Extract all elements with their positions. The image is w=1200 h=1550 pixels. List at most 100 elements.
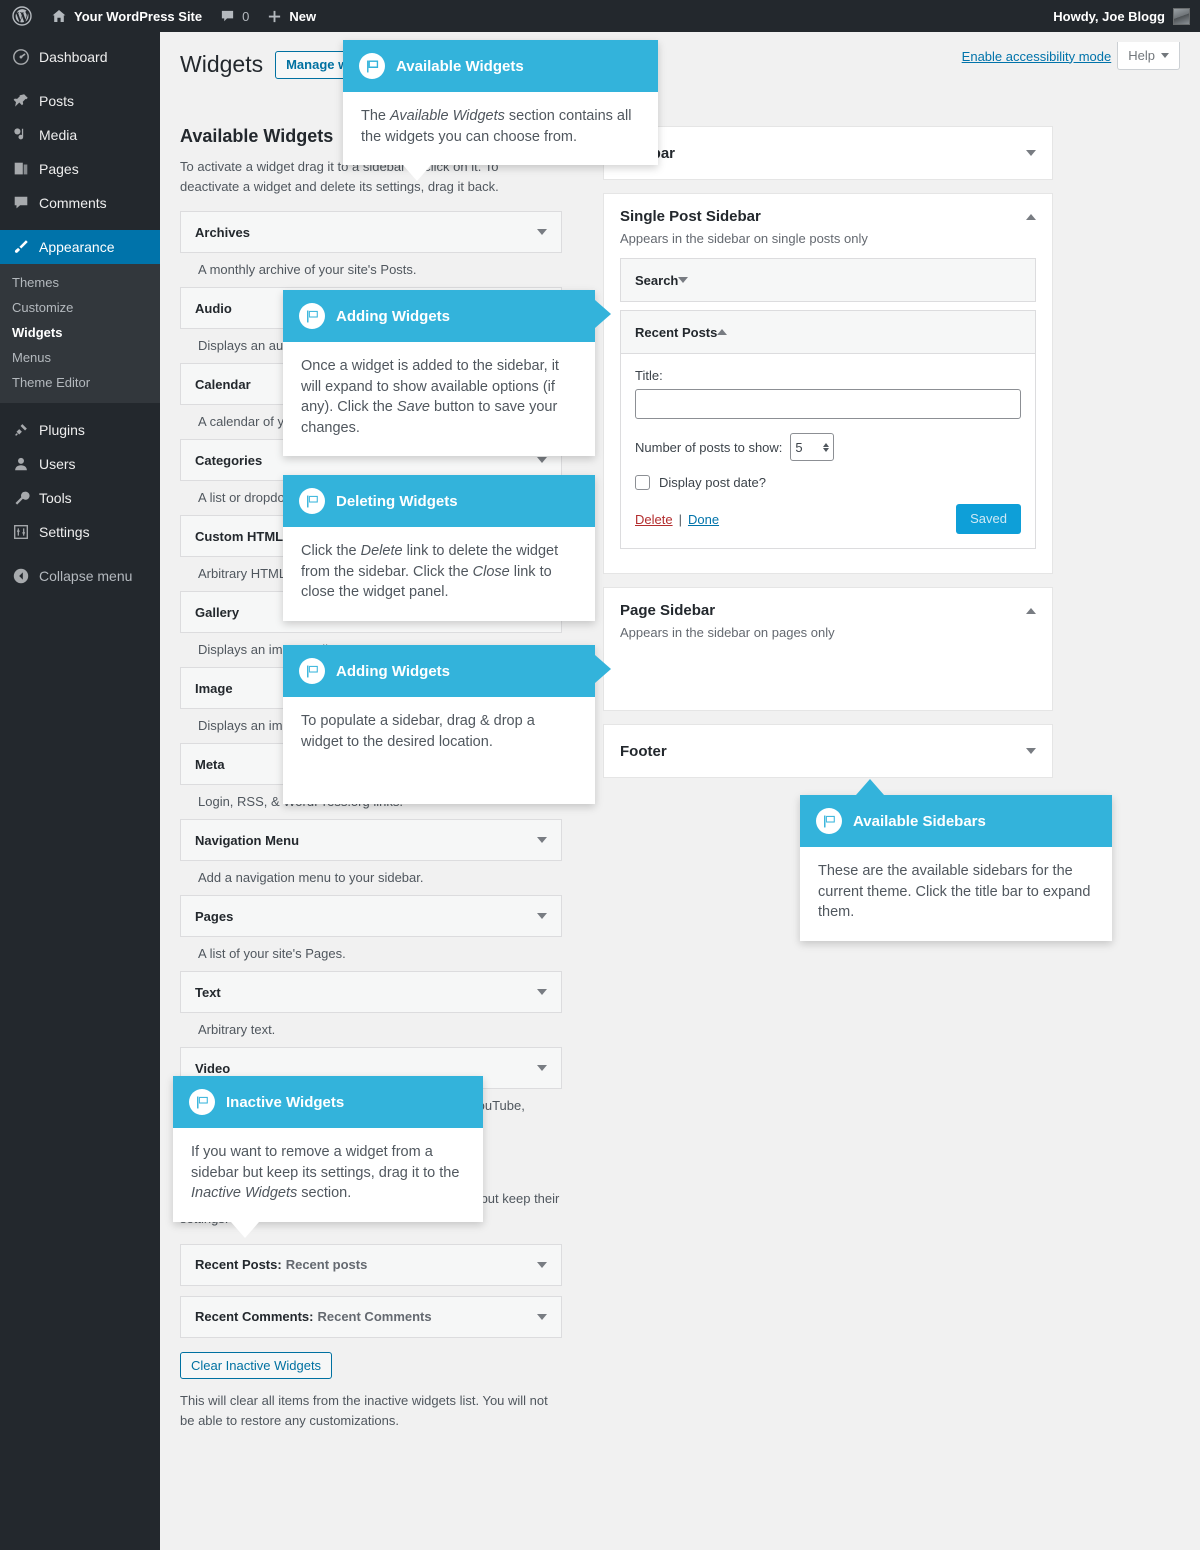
widget-title-bar[interactable]: Recent Posts: Recent posts bbox=[180, 1243, 562, 1286]
chevron-down-icon[interactable] bbox=[537, 989, 547, 996]
sidebar-panel[interactable]: Single Post Sidebar Appears in the sideba… bbox=[603, 193, 1053, 574]
chevron-up-icon[interactable] bbox=[717, 329, 728, 335]
stepper-arrows-icon[interactable] bbox=[823, 442, 830, 452]
paintbrush-icon bbox=[12, 238, 30, 256]
widget-description: Add a navigation menu to your sidebar. bbox=[198, 870, 424, 886]
howdy-label: Howdy, Joe Blogg bbox=[1053, 8, 1165, 24]
widget-title-bar[interactable]: Recent Comments: Recent Comments bbox=[180, 1295, 562, 1338]
available-widget-item[interactable]: Pages A list of your site's Pages. bbox=[180, 895, 562, 971]
callout-deleting-widgets[interactable]: Deleting Widgets Click the Delete link t… bbox=[283, 475, 595, 621]
display-post-date-checkbox[interactable] bbox=[635, 475, 650, 490]
chevron-down-icon[interactable] bbox=[537, 457, 547, 464]
sidebar-item-media[interactable]: Media bbox=[0, 118, 160, 152]
callout-available-sidebars[interactable]: Available Sidebars These are the availab… bbox=[800, 779, 1112, 941]
callout-title: Adding Widgets bbox=[336, 307, 451, 325]
sidebar-panel-header[interactable]: Single Post Sidebar bbox=[604, 194, 1052, 225]
submenu-item-menus[interactable]: Menus bbox=[0, 345, 160, 370]
submenu-item-theme-editor[interactable]: Theme Editor bbox=[0, 370, 160, 395]
callout-adding-widgets-2[interactable]: Adding Widgets To populate a sidebar, dr… bbox=[283, 645, 611, 805]
sidebar-item-tools[interactable]: Tools bbox=[0, 481, 160, 515]
enable-accessibility-mode-link[interactable]: Enable accessibility mode bbox=[962, 49, 1112, 64]
collapse-arrow-icon bbox=[12, 567, 30, 585]
callout-title: Adding Widgets bbox=[336, 662, 451, 680]
widget-title-bar[interactable]: Pages bbox=[180, 895, 562, 938]
collapse-menu-button[interactable]: Collapse menu bbox=[0, 559, 160, 593]
sidebar-item-comments[interactable]: Comments bbox=[0, 186, 160, 220]
chevron-down-icon[interactable] bbox=[1026, 150, 1036, 156]
comments-button[interactable]: 0 bbox=[211, 0, 258, 32]
callout-adding-widgets-1[interactable]: Adding Widgets Once a widget is added to… bbox=[283, 290, 611, 457]
site-name-button[interactable]: Your WordPress Site bbox=[42, 0, 211, 32]
chevron-down-icon[interactable] bbox=[537, 229, 547, 236]
sidebar-panel-header[interactable]: Page Sidebar bbox=[604, 588, 1052, 619]
inactive-widget-item[interactable]: Recent Comments: Recent Comments bbox=[180, 1295, 562, 1338]
widget-name: Custom HTML bbox=[195, 528, 284, 544]
callout-available-widgets[interactable]: Available Widgets The Available Widgets … bbox=[343, 40, 658, 182]
sidebar-widget[interactable]: Search bbox=[620, 258, 1036, 302]
number-of-posts-stepper[interactable]: 5 bbox=[790, 433, 835, 461]
sidebar-item-label: Appearance bbox=[39, 239, 115, 255]
help-button[interactable]: Help bbox=[1117, 42, 1180, 70]
available-widget-item[interactable]: Navigation Menu Add a navigation menu to … bbox=[180, 819, 562, 895]
sidebar-item-users[interactable]: Users bbox=[0, 447, 160, 481]
pin-icon bbox=[12, 92, 30, 110]
sidebar-item-pages[interactable]: Pages bbox=[0, 152, 160, 186]
chevron-up-icon[interactable] bbox=[1026, 607, 1036, 614]
chevron-down-icon[interactable] bbox=[678, 277, 689, 283]
widget-title-bar[interactable]: Recent Posts bbox=[621, 311, 1035, 353]
sidebar-panel-header[interactable]: Footer bbox=[604, 725, 1052, 777]
available-widget-item[interactable]: Text Arbitrary text. bbox=[180, 971, 562, 1047]
sidebar-panel[interactable]: Sidebar bbox=[603, 126, 1053, 180]
chevron-down-icon[interactable] bbox=[1026, 748, 1036, 754]
save-button[interactable]: Saved bbox=[956, 504, 1021, 534]
delete-link[interactable]: Delete bbox=[635, 512, 673, 527]
clear-inactive-hint: This will clear all items from the inact… bbox=[180, 1392, 548, 1428]
callout-inactive-widgets[interactable]: Inactive Widgets If you want to remove a… bbox=[173, 1076, 483, 1238]
callout-body: Once a widget is added to the sidebar, i… bbox=[283, 342, 595, 456]
widget-title-bar[interactable]: Text bbox=[180, 971, 562, 1014]
callout-header: Deleting Widgets bbox=[283, 475, 595, 527]
sidebar-item-appearance[interactable]: Appearance bbox=[0, 230, 160, 264]
chevron-down-icon[interactable] bbox=[537, 1313, 547, 1320]
comment-count: 0 bbox=[242, 8, 250, 24]
display-post-date-row[interactable]: Display post date? bbox=[635, 475, 1021, 490]
title-input[interactable] bbox=[635, 389, 1021, 419]
avatar bbox=[1173, 7, 1190, 25]
widget-title-bar[interactable]: Archives bbox=[180, 211, 562, 254]
widget-description: A monthly archive of your site's Posts. bbox=[198, 262, 417, 278]
new-content-button[interactable]: New bbox=[258, 0, 325, 32]
widget-name: Calendar bbox=[195, 376, 251, 392]
sidebar-panel-header[interactable]: Sidebar bbox=[604, 127, 1052, 179]
submenu-item-widgets[interactable]: Widgets bbox=[0, 320, 160, 345]
submenu-item-themes[interactable]: Themes bbox=[0, 270, 160, 295]
clear-inactive-widgets-button[interactable]: Clear Inactive Widgets bbox=[180, 1351, 333, 1379]
callout-title: Available Sidebars bbox=[853, 812, 986, 830]
callout-text: The bbox=[361, 108, 391, 124]
chevron-up-icon[interactable] bbox=[1026, 213, 1036, 220]
user-icon bbox=[12, 455, 30, 473]
sidebar-item-label: Tools bbox=[39, 490, 72, 506]
done-link[interactable]: Done bbox=[688, 512, 719, 527]
flag-icon bbox=[816, 808, 842, 834]
sidebar-item-posts[interactable]: Posts bbox=[0, 84, 160, 118]
chevron-down-icon[interactable] bbox=[537, 913, 547, 920]
widget-title-bar[interactable]: Search bbox=[621, 259, 1035, 301]
sidebar-panel[interactable]: Footer bbox=[603, 724, 1053, 778]
sidebar-item-settings[interactable]: Settings bbox=[0, 515, 160, 549]
chevron-down-icon[interactable] bbox=[537, 1261, 547, 1268]
chevron-down-icon[interactable] bbox=[537, 1065, 547, 1072]
widget-instance-name: Recent Comments bbox=[317, 1309, 432, 1325]
sidebar-widget[interactable]: Recent Posts Title: Number of posts to sho… bbox=[620, 310, 1036, 549]
chevron-down-icon[interactable] bbox=[537, 837, 547, 844]
widget-title-bar[interactable]: Navigation Menu bbox=[180, 819, 562, 862]
wordpress-logo-button[interactable] bbox=[0, 0, 42, 32]
widget-name: Recent Posts: bbox=[195, 1257, 282, 1273]
account-menu[interactable]: Howdy, Joe Blogg bbox=[1053, 7, 1200, 25]
sidebar-item-dashboard[interactable]: Dashboard bbox=[0, 40, 160, 74]
sidebar-panel[interactable]: Page Sidebar Appears in the sidebar on pa… bbox=[603, 587, 1053, 711]
submenu-item-customize[interactable]: Customize bbox=[0, 295, 160, 320]
available-widget-item[interactable]: Archives A monthly archive of your site's… bbox=[180, 211, 562, 287]
sidebar-item-plugins[interactable]: Plugins bbox=[0, 413, 160, 447]
widget-name: Recent Comments: bbox=[195, 1309, 314, 1325]
inactive-widget-item[interactable]: Recent Posts: Recent posts bbox=[180, 1243, 562, 1286]
